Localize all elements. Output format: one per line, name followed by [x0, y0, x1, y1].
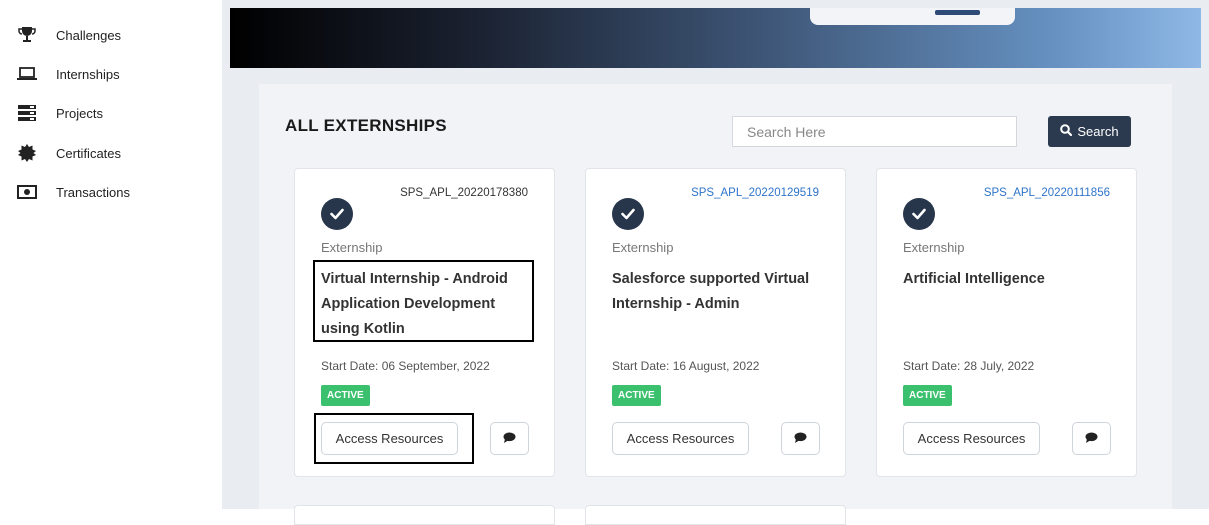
trophy-icon: [16, 26, 38, 44]
money-bill-icon: [16, 185, 38, 199]
sidebar-item-label: Challenges: [56, 27, 122, 43]
comment-icon: [1085, 430, 1098, 448]
search-input[interactable]: [732, 116, 1017, 147]
status-badge: ACTIVE: [321, 385, 370, 406]
laptop-icon: [16, 66, 38, 82]
comment-icon: [794, 430, 807, 448]
externship-title: Virtual Internship - Android Application…: [321, 271, 508, 337]
start-date: Start Date: 16 August, 2022: [612, 359, 760, 373]
server-icon: [16, 105, 38, 121]
externship-id[interactable]: SPS_APL_20220111856: [984, 187, 1110, 199]
externship-title: Salesforce supported Virtual Internship …: [612, 271, 810, 312]
sidebar-item-label: Internships: [56, 66, 120, 82]
externship-title: Artificial Intelligence: [903, 271, 1045, 287]
access-resources-button[interactable]: Access Resources: [612, 422, 749, 455]
sidebar-item-projects[interactable]: Projects: [16, 101, 103, 125]
search-button[interactable]: Search: [1048, 116, 1131, 147]
externship-card: SPS_APL_20220129519 Externship Salesforc…: [585, 168, 846, 477]
externship-type: Externship: [321, 240, 383, 255]
start-date: Start Date: 06 September, 2022: [321, 359, 490, 373]
sidebar-item-internships[interactable]: Internships: [16, 62, 120, 86]
search-icon: [1060, 124, 1073, 139]
externship-card: SPS_APL_20220111856 Externship Artificia…: [876, 168, 1137, 477]
chat-button[interactable]: [781, 422, 820, 455]
access-resources-button[interactable]: Access Resources: [903, 422, 1040, 455]
main-content: ALL EXTERNSHIPS Search SPS_APL_202201783…: [222, 0, 1209, 525]
sidebar-item-label: Transactions: [56, 184, 130, 200]
status-badge: ACTIVE: [612, 385, 661, 406]
search-button-label: Search: [1077, 124, 1119, 139]
sidebar-item-label: Certificates: [56, 145, 122, 161]
banner-illustration: [810, 8, 1015, 25]
check-circle-icon: [903, 198, 935, 230]
externships-panel: ALL EXTERNSHIPS Search SPS_APL_202201783…: [259, 84, 1172, 525]
certificate-icon: [16, 144, 38, 162]
comment-icon: [503, 430, 516, 448]
externship-id: SPS_APL_20220178380: [400, 187, 528, 199]
start-date: Start Date: 28 July, 2022: [903, 359, 1035, 373]
externship-type: Externship: [903, 240, 965, 255]
chat-button[interactable]: [1072, 422, 1111, 455]
sidebar-item-transactions[interactable]: Transactions: [16, 180, 130, 204]
externship-card-partial: [585, 505, 846, 525]
externship-card: SPS_APL_20220178380 Externship Virtual I…: [294, 168, 555, 477]
sidebar: Challenges Internships Projects Certific…: [0, 0, 222, 509]
sidebar-item-certificates[interactable]: Certificates: [16, 141, 121, 165]
sidebar-item-label: Projects: [56, 105, 103, 121]
sidebar-item-challenges[interactable]: Challenges: [16, 23, 121, 47]
check-circle-icon: [321, 198, 353, 230]
banner-image: [230, 8, 1201, 68]
page-title: ALL EXTERNSHIPS: [285, 116, 447, 135]
check-circle-icon: [612, 198, 644, 230]
status-badge: ACTIVE: [903, 385, 952, 406]
chat-button[interactable]: [490, 422, 529, 455]
access-resources-button[interactable]: Access Resources: [321, 422, 458, 455]
externship-id[interactable]: SPS_APL_20220129519: [691, 187, 819, 199]
externship-type: Externship: [612, 240, 674, 255]
externship-card-partial: [294, 505, 555, 525]
